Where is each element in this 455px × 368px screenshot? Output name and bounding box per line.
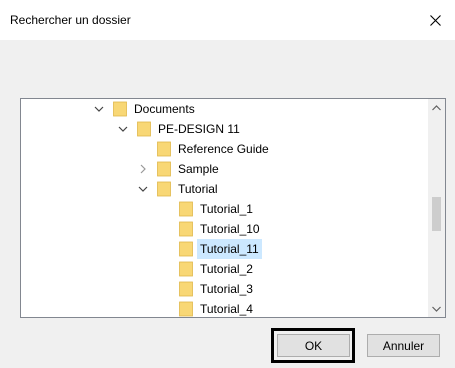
folder-tree[interactable]: Documents PE-DESIGN 11 Reference Guide Samp… bbox=[20, 98, 446, 318]
scroll-down-icon bbox=[432, 306, 441, 312]
close-button[interactable] bbox=[415, 0, 455, 40]
title-bar: Rechercher un dossier bbox=[0, 0, 455, 40]
tree-item-label: Tutorial_10 bbox=[200, 222, 260, 236]
tree-item-label: Reference Guide bbox=[178, 142, 269, 156]
scroll-up-button[interactable] bbox=[428, 99, 445, 116]
ok-button[interactable]: OK bbox=[277, 334, 350, 357]
folder-icon bbox=[179, 241, 193, 257]
tree-item[interactable]: Tutorial_4 bbox=[21, 299, 421, 317]
tree-item[interactable]: Tutorial_2 bbox=[21, 259, 421, 279]
tree-item-label: Tutorial_11 bbox=[197, 239, 262, 259]
folder-icon bbox=[179, 261, 193, 277]
folder-icon bbox=[179, 201, 193, 217]
folder-icon bbox=[157, 181, 171, 197]
tree-item-label: Tutorial_2 bbox=[200, 262, 253, 276]
tree-item[interactable]: Tutorial_11 bbox=[21, 239, 421, 259]
chevron-right-icon[interactable] bbox=[137, 159, 149, 179]
scroll-up-icon bbox=[432, 104, 441, 110]
cancel-button-label: Annuler bbox=[382, 338, 425, 353]
folder-icon bbox=[157, 141, 171, 157]
chevron-down-icon[interactable] bbox=[93, 99, 105, 119]
folder-icon bbox=[157, 161, 171, 177]
tree-item[interactable]: Reference Guide bbox=[21, 139, 421, 159]
ok-button-label: OK bbox=[304, 338, 323, 353]
tree-item-label: Tutorial_1 bbox=[200, 202, 253, 216]
vertical-scrollbar[interactable] bbox=[428, 99, 445, 317]
tree-item-label: PE-DESIGN 11 bbox=[158, 122, 240, 136]
tree-item-label: Sample bbox=[178, 162, 219, 176]
dialog-title: Rechercher un dossier bbox=[10, 13, 131, 27]
scroll-down-button[interactable] bbox=[428, 300, 445, 317]
chevron-down-icon[interactable] bbox=[137, 179, 149, 199]
folder-icon bbox=[179, 281, 193, 297]
tree-item[interactable]: Tutorial_3 bbox=[21, 279, 421, 299]
folder-icon bbox=[179, 221, 193, 237]
cancel-button[interactable]: Annuler bbox=[367, 334, 440, 357]
tree-item-label: Tutorial_3 bbox=[200, 282, 253, 296]
tree-item[interactable]: Tutorial_1 bbox=[21, 199, 421, 219]
tree-item-label: Tutorial bbox=[178, 182, 218, 196]
tree-item-label: Tutorial_4 bbox=[200, 302, 253, 316]
tree-item[interactable]: Tutorial bbox=[21, 179, 421, 199]
tree-item[interactable]: Tutorial_10 bbox=[21, 219, 421, 239]
tree-item[interactable]: Sample bbox=[21, 159, 421, 179]
scroll-thumb[interactable] bbox=[432, 197, 441, 231]
folder-icon bbox=[113, 101, 127, 117]
tree-item-label: Documents bbox=[134, 102, 195, 116]
chevron-down-icon[interactable] bbox=[117, 119, 129, 139]
tree-item[interactable]: Documents bbox=[21, 99, 421, 119]
folder-icon bbox=[179, 301, 193, 317]
close-icon bbox=[429, 14, 441, 26]
tree-item[interactable]: PE-DESIGN 11 bbox=[21, 119, 421, 139]
folder-icon bbox=[137, 121, 151, 137]
